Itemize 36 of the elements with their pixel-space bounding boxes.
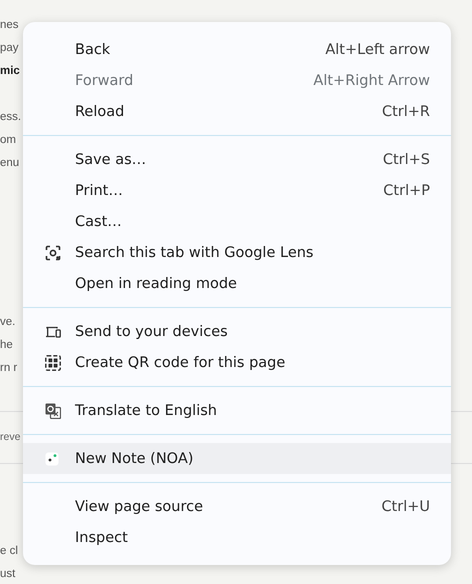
page-text: pay bbox=[0, 41, 19, 56]
shortcut-text: Ctrl+P bbox=[383, 182, 430, 198]
menu-item[interactable]: Reload Ctrl+R bbox=[23, 96, 451, 127]
menu-item[interactable]: Open in reading mode bbox=[23, 268, 451, 299]
page-text: reve bbox=[0, 430, 20, 445]
note-app-icon bbox=[45, 452, 59, 466]
shortcut-text: Ctrl+U bbox=[381, 498, 430, 514]
page-text: nes bbox=[0, 18, 19, 33]
menu-item[interactable]: Print… Ctrl+P bbox=[23, 175, 451, 206]
shortcut-text: Alt+Right Arrow bbox=[313, 72, 430, 88]
qr-code-icon bbox=[45, 354, 61, 370]
menu-item[interactable]: Translate to English bbox=[23, 395, 451, 426]
page-text: rn r bbox=[0, 361, 18, 376]
menu-item[interactable]: Create QR code for this page bbox=[23, 347, 451, 378]
translate-icon bbox=[45, 402, 61, 418]
camera-search-icon bbox=[45, 244, 61, 260]
page-text: enu bbox=[0, 156, 20, 171]
menu-item[interactable]: Search this tab with Google Lens bbox=[23, 237, 451, 268]
devices-icon bbox=[45, 326, 61, 338]
menu-item[interactable]: Send to your devices bbox=[23, 316, 451, 347]
page-text: ve. bbox=[0, 315, 16, 330]
page-text: ust bbox=[0, 567, 16, 582]
menu-item[interactable]: View page source Ctrl+U bbox=[23, 491, 451, 522]
shortcut-text: Ctrl+R bbox=[382, 104, 430, 120]
menu-item[interactable]: Back Alt+Left arrow bbox=[23, 34, 451, 65]
page-text: he bbox=[0, 338, 13, 353]
menu-item[interactable]: Cast… bbox=[23, 206, 451, 237]
menu-item[interactable]: New Note (NOA) bbox=[23, 443, 451, 474]
shortcut-text: Ctrl+S bbox=[382, 152, 430, 168]
menu-item[interactable]: Inspect bbox=[23, 522, 451, 553]
page-text: om bbox=[0, 133, 16, 148]
menu-item[interactable]: Save as… Ctrl+S bbox=[23, 144, 451, 175]
page-text: ess. bbox=[0, 110, 22, 125]
page-text: mic bbox=[0, 64, 20, 79]
page-text: e cl bbox=[0, 544, 18, 559]
shortcut-text: Alt+Left arrow bbox=[325, 42, 430, 58]
